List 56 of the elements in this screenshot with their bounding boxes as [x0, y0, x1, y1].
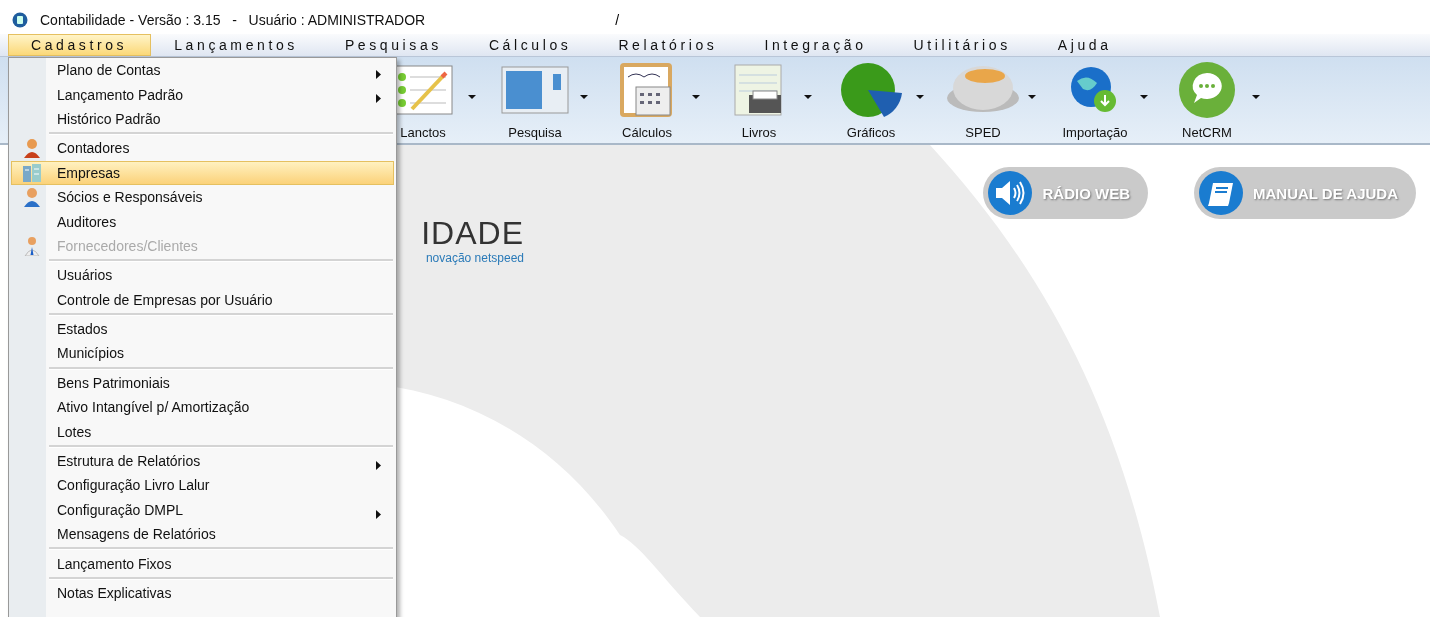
menu-item[interactable]: Lançamento Padrão	[11, 82, 394, 107]
menu-item[interactable]: Plano de Contas	[11, 58, 394, 83]
menu-item[interactable]: Lançamento Fixos	[11, 551, 394, 576]
book-icon	[1199, 171, 1243, 215]
dropdown-caret-icon[interactable]	[804, 95, 812, 99]
menu-item[interactable]: Integração	[741, 34, 891, 56]
logo-wordmark: IDADE	[421, 215, 524, 251]
menu-item[interactable]: Notas Explicativas	[11, 580, 394, 606]
toolbar-button[interactable]: NetCRM	[1162, 57, 1252, 140]
menu-item[interactable]: Relatórios	[595, 34, 742, 56]
menu-item[interactable]: Municípios	[11, 341, 394, 366]
speaker-icon	[988, 171, 1033, 215]
menu-item[interactable]: Configuração DMPL	[11, 497, 394, 523]
menu-item[interactable]: Histórico Padrão	[11, 106, 394, 132]
logo-tagline: novação netspeed	[425, 251, 524, 265]
menu-item[interactable]: Ajuda	[1034, 34, 1136, 56]
toolbar-button[interactable]: SPED	[938, 57, 1028, 140]
person-icon	[23, 187, 41, 208]
menu-item[interactable]: Estados	[11, 316, 394, 342]
menu-item[interactable]: Controle de Empresas por Usuário	[11, 287, 394, 312]
toolbar-button[interactable]: Importação	[1050, 57, 1140, 140]
person-icon	[23, 138, 41, 159]
menu-item[interactable]: Lotes	[11, 419, 394, 444]
menu-item[interactable]: Mensagens de Relatórios	[11, 522, 394, 547]
dropdown-caret-icon[interactable]	[1028, 95, 1036, 99]
menu-item[interactable]: Auditores	[11, 209, 394, 234]
toolbar-button[interactable]: Pesquisa	[490, 57, 580, 140]
menu-item[interactable]: Cálculos	[465, 34, 596, 56]
toolbar-button[interactable]: Livros	[714, 57, 804, 140]
app-icon	[12, 12, 28, 28]
dropdown-caret-icon[interactable]	[916, 95, 924, 99]
window-title-extra: /	[615, 12, 620, 28]
window-title: Contabilidade - Versão : 3.15 - Usuário : ADMINISTRADOR	[40, 12, 426, 28]
dropdown-caret-icon[interactable]	[468, 95, 476, 99]
dropdown-caret-icon[interactable]	[692, 95, 700, 99]
dropdown-caret-icon[interactable]	[1140, 95, 1148, 99]
menu-item[interactable]: Empresas	[11, 160, 394, 185]
menu-item[interactable]: Sócios e Responsáveis	[11, 184, 394, 210]
person-tie-icon	[24, 235, 40, 256]
toolbar-button[interactable]: Cálculos	[602, 57, 692, 140]
dropdown-caret-icon[interactable]	[580, 95, 588, 99]
menu-item[interactable]: Bens Patrimoniais	[11, 370, 394, 396]
chat-bubble-icon	[1176, 61, 1238, 119]
window-icon	[501, 65, 569, 115]
menu-item[interactable]: Utilitários	[890, 34, 1035, 56]
dropdown-caret-icon[interactable]	[1252, 95, 1260, 99]
menu-item[interactable]: Contadores	[11, 136, 394, 161]
menu-item[interactable]: Cadastros	[8, 34, 152, 56]
menu-item[interactable]: Estrutura de Relatórios	[11, 448, 394, 474]
menu-item[interactable]: Lançamentos	[151, 34, 322, 56]
menu-item[interactable]: Pesquisas	[321, 34, 466, 56]
building-icon	[21, 163, 43, 182]
menu-item[interactable]: Ativo Intangível p/ Amortização	[11, 395, 394, 420]
menu-item[interactable]: Usuários	[11, 263, 394, 288]
toolbar-button[interactable]: Gráficos	[826, 57, 916, 140]
menu-item[interactable]: Configuração Livro Lalur	[11, 473, 394, 498]
